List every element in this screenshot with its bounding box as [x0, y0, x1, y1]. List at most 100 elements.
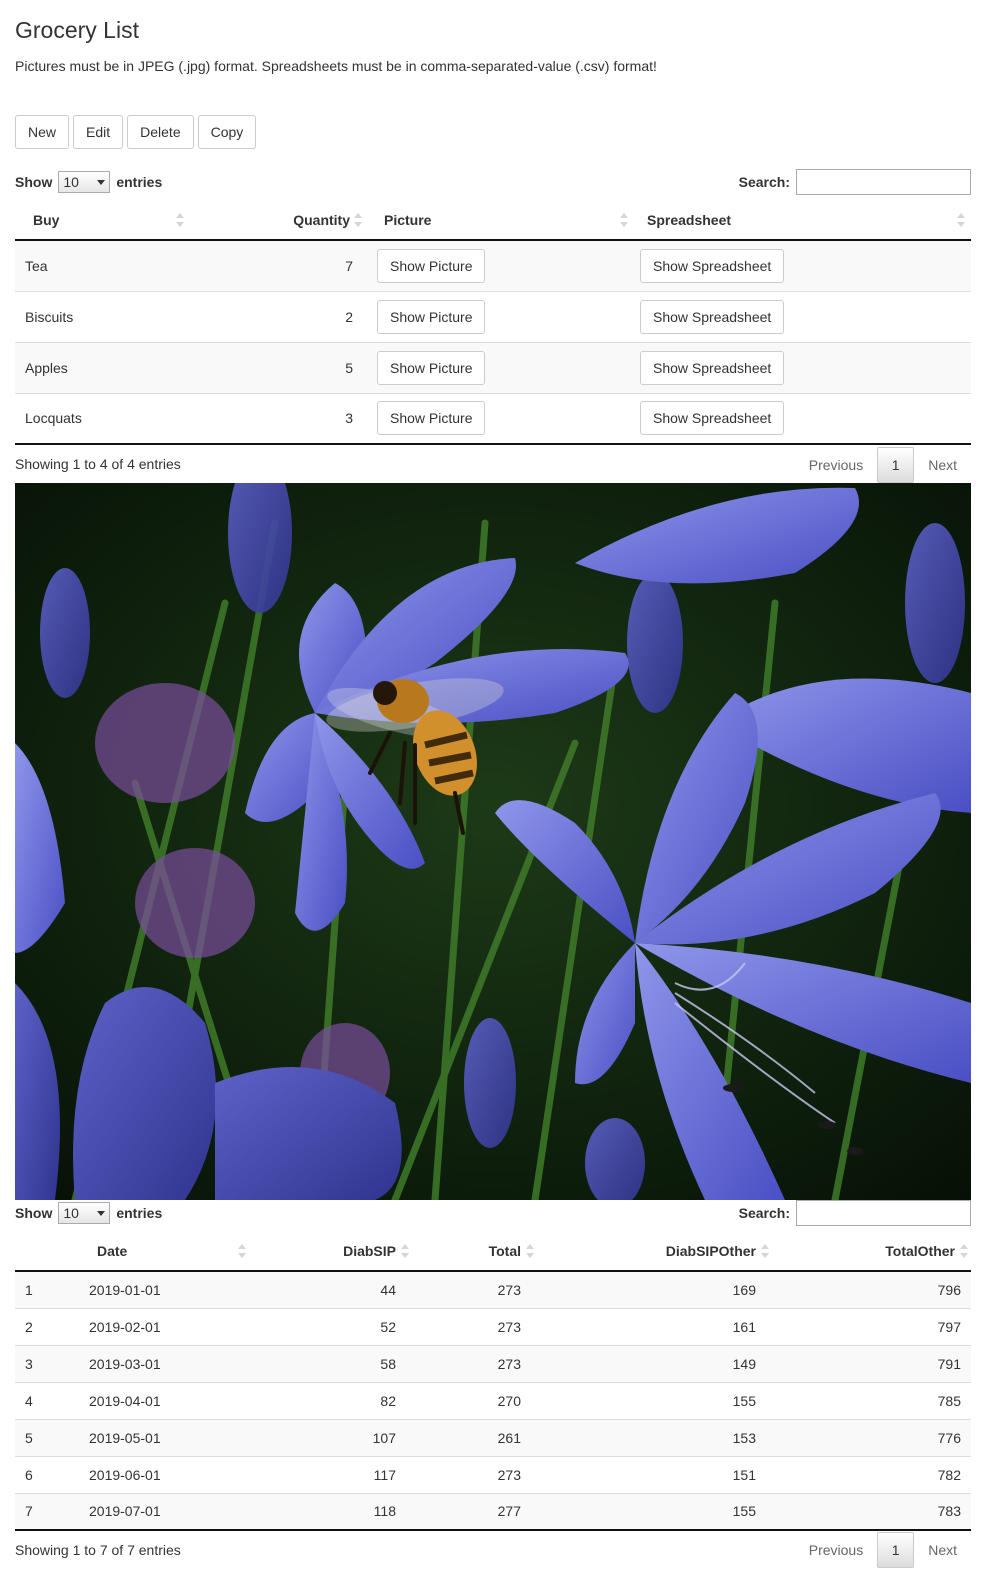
page-size-value: 10 [63, 174, 79, 190]
previous-page-button[interactable]: Previous [795, 1532, 877, 1568]
column-header-label: TotalOther [885, 1242, 955, 1259]
cell-quantity: 3 [190, 392, 366, 445]
cell-diabsip: 58 [250, 1344, 410, 1382]
bee-flower-image [15, 483, 971, 1200]
cell-totalother: 797 [770, 1307, 971, 1345]
cell-diabsip: 107 [250, 1418, 410, 1456]
search-input[interactable] [796, 1200, 971, 1226]
cell-diabsip: 52 [250, 1307, 410, 1345]
cell-date: 2019-07-01 [77, 1492, 250, 1531]
column-header-label: Spreadsheet [647, 211, 732, 228]
cell-totalother: 785 [770, 1381, 971, 1419]
data-length-control: Show 10 entries [15, 1202, 162, 1224]
cell-diabsipother: 151 [535, 1455, 770, 1493]
show-picture-button[interactable]: Show Picture [377, 350, 486, 385]
cell-diabsipother: 149 [535, 1344, 770, 1382]
show-picture-button[interactable]: Show Picture [377, 299, 486, 334]
column-header-label: Picture [384, 211, 432, 228]
cell-total: 273 [410, 1455, 535, 1493]
cell-index: 4 [15, 1381, 77, 1419]
column-header-totalother[interactable]: TotalOther [770, 1231, 971, 1272]
sort-icon [526, 1243, 534, 1258]
cell-index: 2 [15, 1307, 77, 1345]
table-row: Locquats 3 Show Picture Show Spreadsheet [15, 392, 971, 445]
cell-diabsipother: 161 [535, 1307, 770, 1345]
show-label: Show [15, 1205, 53, 1221]
show-picture-button[interactable]: Show Picture [377, 401, 486, 436]
cell-total: 277 [410, 1492, 535, 1531]
column-header-label: Quantity [293, 211, 350, 228]
show-spreadsheet-button[interactable]: Show Spreadsheet [640, 299, 785, 334]
column-header-total[interactable]: Total [410, 1231, 535, 1272]
cell-index: 6 [15, 1455, 77, 1493]
sort-icon [761, 1243, 769, 1258]
entries-label: entries [116, 1205, 163, 1221]
show-spreadsheet-button[interactable]: Show Spreadsheet [640, 401, 785, 436]
cell-total: 270 [410, 1381, 535, 1419]
column-header-spreadsheet[interactable]: Spreadsheet [630, 200, 971, 241]
spreadsheet-table: Date DiabSIP Total DiabSIPOther TotalOth… [15, 1231, 971, 1531]
cell-diabsipother: 153 [535, 1418, 770, 1456]
chevron-down-icon [97, 180, 106, 185]
new-button[interactable]: New [15, 115, 70, 149]
cell-quantity: 7 [190, 239, 366, 291]
column-header-picture[interactable]: Picture [366, 200, 630, 241]
grocery-table: Buy Quantity Picture Spreadsheet Tea 7 S… [15, 200, 971, 445]
cell-date: 2019-03-01 [77, 1344, 250, 1382]
cell-date: 2019-01-01 [77, 1270, 250, 1308]
page-title: Grocery List [15, 17, 139, 43]
search-label: Search: [738, 174, 790, 190]
grocery-table-controls: Show 10 entries Search: [15, 169, 971, 195]
chevron-down-icon [97, 1211, 106, 1216]
column-header-buy[interactable]: Buy [15, 200, 190, 241]
column-header-diabsip[interactable]: DiabSIP [250, 1231, 410, 1272]
page-size-value: 10 [63, 1205, 79, 1221]
table-row: 3 2019-03-01 58 273 149 791 [15, 1344, 971, 1382]
grocery-pagination: Previous 1 Next [795, 447, 971, 483]
table-row: 1 2019-01-01 44 273 169 796 [15, 1270, 971, 1308]
cell-totalother: 782 [770, 1455, 971, 1493]
table-row: 6 2019-06-01 117 273 151 782 [15, 1455, 971, 1493]
toolbar: New Edit Delete Copy [15, 115, 257, 149]
cell-quantity: 2 [190, 290, 366, 342]
page-1-button[interactable]: 1 [877, 447, 915, 483]
search-label: Search: [738, 1205, 790, 1221]
cell-totalother: 796 [770, 1270, 971, 1308]
grocery-length-control: Show 10 entries [15, 171, 162, 193]
column-header-date[interactable]: Date [77, 1231, 250, 1272]
cell-buy: Apples [15, 341, 190, 393]
page-size-select[interactable]: 10 [58, 171, 111, 193]
cell-totalother: 783 [770, 1492, 971, 1531]
column-header-label: Total [488, 1242, 521, 1259]
column-header-index[interactable] [15, 1231, 77, 1272]
column-header-label: DiabSIPOther [665, 1242, 756, 1259]
search-input[interactable] [796, 169, 971, 195]
next-page-button[interactable]: Next [914, 447, 971, 483]
previous-page-button[interactable]: Previous [795, 447, 877, 483]
table-row: Apples 5 Show Picture Show Spreadsheet [15, 341, 971, 393]
column-header-quantity[interactable]: Quantity [190, 200, 366, 241]
sort-icon [238, 1243, 246, 1258]
cell-index: 3 [15, 1344, 77, 1382]
data-table-info: Showing 1 to 7 of 7 entries [15, 1542, 181, 1558]
cell-quantity: 5 [190, 341, 366, 393]
sort-icon [176, 212, 184, 227]
show-label: Show [15, 174, 53, 190]
cell-buy: Biscuits [15, 290, 190, 342]
column-header-diabsipother[interactable]: DiabSIPOther [535, 1231, 770, 1272]
copy-button[interactable]: Copy [197, 115, 257, 149]
show-picture-button[interactable]: Show Picture [377, 248, 486, 283]
cell-totalother: 776 [770, 1418, 971, 1456]
page-size-select[interactable]: 10 [58, 1202, 111, 1224]
cell-index: 1 [15, 1270, 77, 1308]
cell-diabsipother: 169 [535, 1270, 770, 1308]
cell-date: 2019-06-01 [77, 1455, 250, 1493]
next-page-button[interactable]: Next [914, 1532, 971, 1568]
edit-button[interactable]: Edit [73, 115, 124, 149]
table-row: 7 2019-07-01 118 277 155 783 [15, 1492, 971, 1531]
page-1-button[interactable]: 1 [877, 1532, 915, 1568]
cell-diabsip: 44 [250, 1270, 410, 1308]
show-spreadsheet-button[interactable]: Show Spreadsheet [640, 248, 785, 283]
show-spreadsheet-button[interactable]: Show Spreadsheet [640, 350, 785, 385]
delete-button[interactable]: Delete [127, 115, 194, 149]
